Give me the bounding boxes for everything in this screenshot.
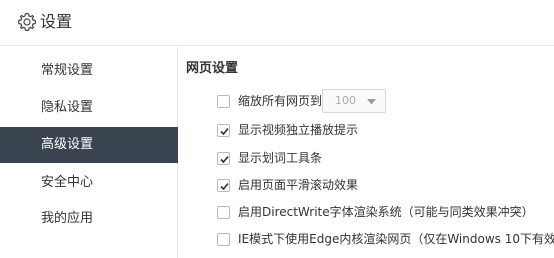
option-label: 启用DirectWrite字体渲染系统（可能与同类效果冲突） <box>238 205 534 219</box>
word-toolbar-checkbox[interactable] <box>217 151 230 165</box>
caret-down-icon <box>367 99 376 105</box>
checkmark-icon <box>220 127 229 135</box>
sidebar-item-privacy[interactable]: 隐私设置 <box>0 90 178 126</box>
directwrite-option[interactable]: 启用DirectWrite字体渲染系统（可能与同类效果冲突） <box>217 204 534 220</box>
option-label: 启用页面平滑滚动效果 <box>238 178 359 192</box>
sidebar-item-security[interactable]: 安全中心 <box>0 165 178 201</box>
option-label: 显示划词工具条 <box>238 151 323 165</box>
zoom-all-pages-option[interactable]: 缩放所有网页到 <box>217 93 322 109</box>
option-label: 缩放所有网页到 <box>238 94 323 108</box>
video-popout-checkbox[interactable] <box>217 123 230 137</box>
section-title: 网页设置 <box>186 61 239 76</box>
sidebar-item-general[interactable]: 常规设置 <box>0 53 178 89</box>
settings-sidebar: 常规设置 隐私设置 高级设置 安全中心 我的应用 <box>0 47 178 258</box>
checkmark-icon <box>220 155 229 163</box>
video-popout-option[interactable]: 显示视频独立播放提示 <box>217 122 358 138</box>
zoom-level-value: 100 <box>335 94 356 107</box>
sidebar-item-my-apps[interactable]: 我的应用 <box>0 201 178 237</box>
word-toolbar-option[interactable]: 显示划词工具条 <box>217 150 322 166</box>
ie-edge-render-checkbox[interactable] <box>217 232 230 246</box>
checkmark-icon <box>220 182 229 190</box>
zoom-all-pages-checkbox[interactable] <box>217 94 230 108</box>
smooth-scroll-option[interactable]: 启用页面平滑滚动效果 <box>217 177 358 193</box>
option-label: IE模式下使用Edge内核渲染网页（仅在Windows 10下有效） <box>238 232 554 246</box>
sidebar-item-advanced[interactable]: 高级设置 <box>0 127 178 163</box>
page-title: 设置 <box>40 12 73 31</box>
smooth-scroll-checkbox[interactable] <box>217 178 230 192</box>
settings-content: 网页设置 缩放所有网页到 100 显示视频独立播放提示 显示划词工具条 启用页面… <box>186 47 554 258</box>
directwrite-checkbox[interactable] <box>217 205 230 219</box>
ie-edge-render-option[interactable]: IE模式下使用Edge内核渲染网页（仅在Windows 10下有效） <box>217 231 554 247</box>
gear-icon <box>17 12 37 32</box>
zoom-level-select[interactable]: 100 <box>322 89 386 113</box>
option-label: 显示视频独立播放提示 <box>238 123 359 137</box>
settings-header: 设置 <box>0 0 554 46</box>
